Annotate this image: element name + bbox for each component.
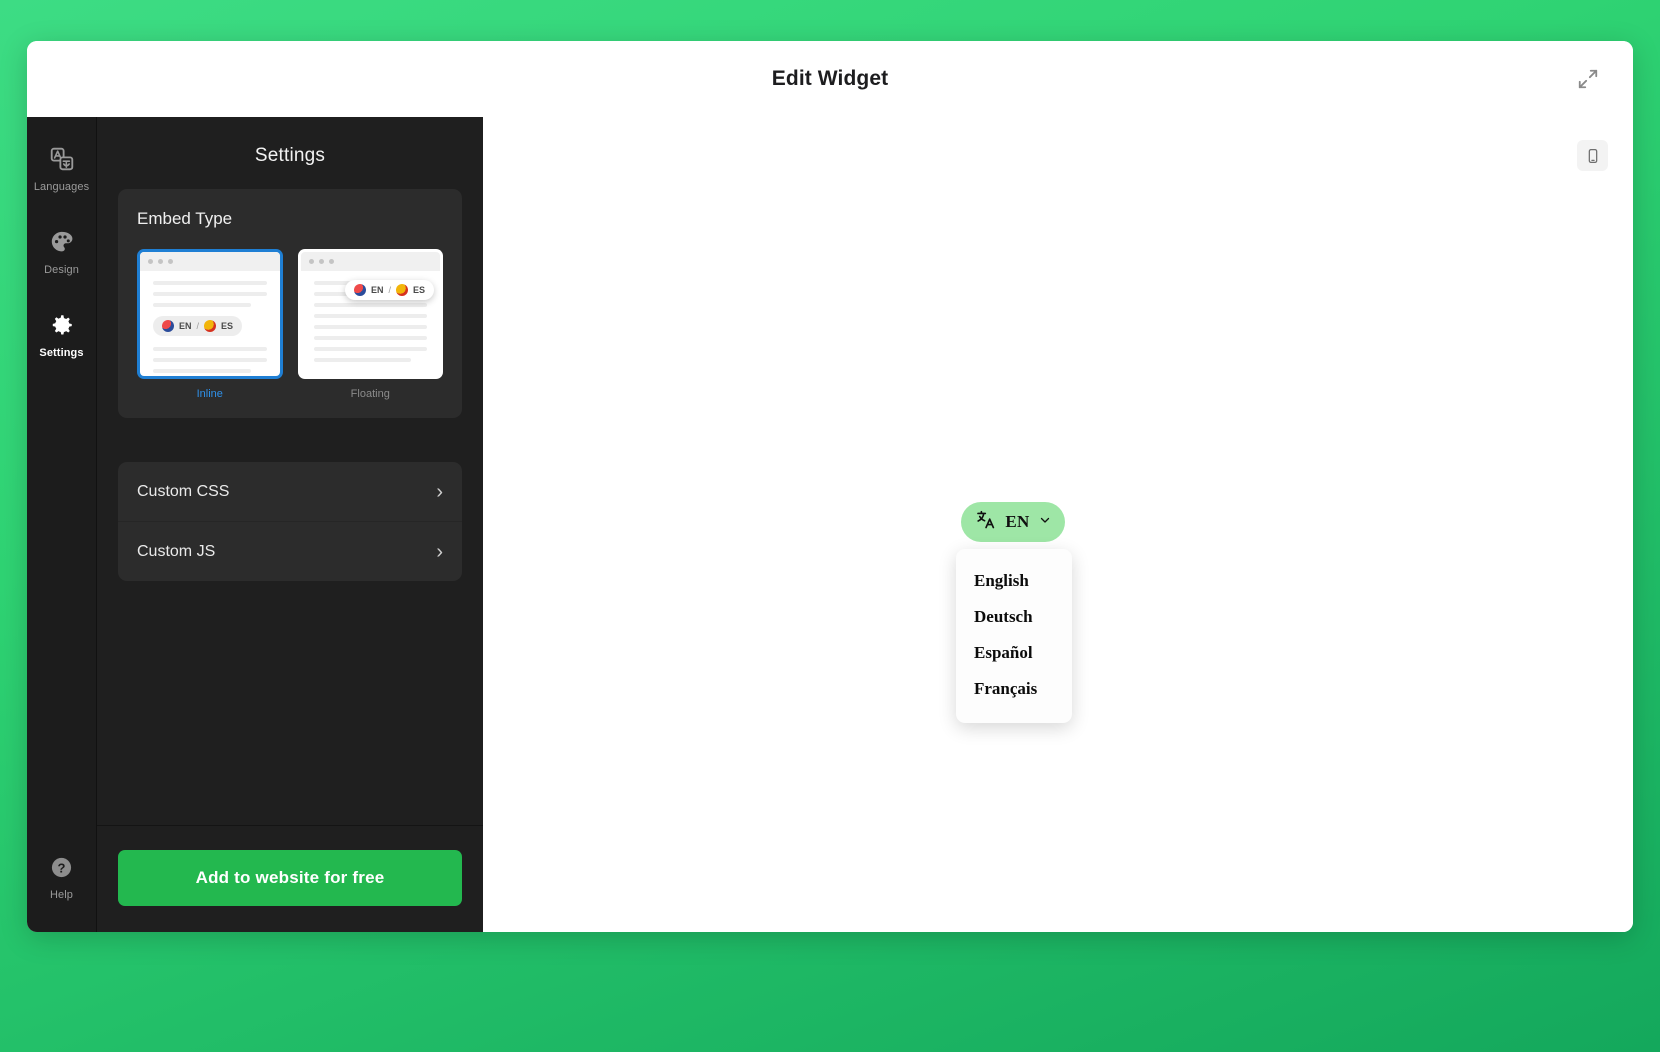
chevron-down-glyph (1039, 514, 1051, 526)
embed-option-floating-preview: EN / ES (298, 249, 444, 379)
language-option-francais[interactable]: Français (956, 671, 1072, 707)
question-circle-icon: ? (49, 852, 74, 882)
embed-type-title: Embed Type (137, 209, 443, 229)
list-item-custom-css-label: Custom CSS (137, 483, 229, 501)
palette-glyph (49, 229, 75, 255)
thumb-language-chip: EN / ES (345, 280, 434, 300)
question-circle-glyph: ? (49, 855, 74, 880)
list-item-custom-js-label: Custom JS (137, 543, 215, 561)
flag-es-icon (396, 284, 408, 296)
translate-glyph (975, 509, 996, 530)
sidebar-item-settings-label: Settings (39, 347, 83, 359)
sidebar-item-languages[interactable]: Languages (27, 135, 96, 200)
window-titlebar: Edit Widget (27, 41, 1633, 117)
embed-type-card: Embed Type (118, 189, 462, 418)
mobile-phone-glyph (1585, 148, 1601, 164)
list-item-custom-js[interactable]: Custom JS › (118, 521, 462, 581)
thumb-line (153, 281, 267, 285)
list-item-custom-css[interactable]: Custom CSS › (118, 462, 462, 521)
thumb-dot (309, 259, 314, 264)
thumb-text-lines (140, 341, 280, 373)
mobile-phone-icon[interactable] (1577, 140, 1608, 171)
thumb-line (314, 303, 428, 307)
window-body: Languages Design (27, 117, 1633, 932)
sidebar-item-help[interactable]: ? Help (27, 843, 96, 908)
thumb-line (314, 314, 428, 318)
thumb-line (153, 303, 251, 307)
thumb-chip-wrap: EN / ES (140, 314, 280, 341)
sidebar-item-design-label: Design (44, 264, 79, 276)
icon-rail: Languages Design (27, 117, 96, 932)
thumb-line (314, 347, 428, 351)
embed-option-inline-preview: EN / ES (137, 249, 283, 379)
sidebar-item-languages-label: Languages (34, 181, 89, 193)
flag-es-icon (204, 320, 216, 332)
settings-scroll-area: Embed Type (97, 189, 483, 825)
language-widget-toggle[interactable]: EN (961, 502, 1065, 542)
thumb-line (314, 325, 428, 329)
thumb-line (314, 358, 412, 362)
translate-icon (975, 509, 996, 535)
sidebar-item-design[interactable]: Design (27, 218, 96, 283)
thumb-line (153, 369, 251, 373)
gear-glyph (49, 312, 75, 338)
languages-translate-icon (49, 144, 75, 174)
languages-glyph (49, 146, 75, 172)
sidebar-item-settings[interactable]: Settings (27, 301, 96, 366)
settings-panel-footer: Add to website for free (97, 825, 483, 932)
thumb-dot (168, 259, 173, 264)
add-to-website-button[interactable]: Add to website for free (118, 850, 462, 906)
thumb-language-chip: EN / ES (153, 316, 242, 336)
language-option-espanol[interactable]: Español (956, 635, 1072, 671)
flag-en-icon (162, 320, 174, 332)
thumb-dot (148, 259, 153, 264)
custom-code-list: Custom CSS › Custom JS › (118, 462, 462, 581)
flag-en-icon (354, 284, 366, 296)
chevron-down-icon (1039, 513, 1051, 531)
settings-panel-title: Settings (97, 117, 483, 189)
embed-option-inline-caption: Inline (137, 388, 283, 400)
chevron-right-icon: › (436, 542, 443, 562)
svg-text:?: ? (58, 860, 66, 875)
expand-diagonal-icon[interactable] (1571, 62, 1605, 96)
thumb-text-lines (140, 271, 280, 307)
embed-option-floating-caption: Floating (298, 388, 444, 400)
expand-glyph (1577, 68, 1599, 90)
chevron-right-icon: › (436, 482, 443, 502)
palette-icon (49, 227, 75, 257)
settings-panel: Settings Embed Type (96, 117, 483, 932)
embed-option-floating[interactable]: EN / ES (298, 249, 444, 400)
language-dropdown-menu: English Deutsch Español Français (956, 549, 1072, 723)
thumb-line (314, 336, 428, 340)
thumb-dot (329, 259, 334, 264)
thumb-browser-bar (301, 252, 441, 271)
thumb-chip-separator: / (197, 321, 200, 331)
thumb-line (153, 358, 267, 362)
thumb-chip-lang-b: ES (221, 321, 233, 331)
thumb-chip-lang-b: ES (413, 285, 425, 295)
thumb-dot (158, 259, 163, 264)
widget-preview-canvas: EN English Deutsch Español Français (483, 117, 1633, 932)
page-title: Edit Widget (772, 67, 888, 91)
gear-icon (49, 310, 75, 340)
edit-widget-window: Edit Widget (27, 41, 1633, 932)
embed-option-inline[interactable]: EN / ES (137, 249, 283, 400)
thumb-chip-separator: / (388, 285, 391, 295)
language-widget: EN English Deutsch Español Français (961, 502, 1191, 723)
language-widget-current-code: EN (1005, 512, 1029, 532)
language-option-english[interactable]: English (956, 563, 1072, 599)
thumb-chip-lang-a: EN (179, 321, 192, 331)
sidebar-item-help-label: Help (50, 889, 73, 901)
language-option-deutsch[interactable]: Deutsch (956, 599, 1072, 635)
embed-type-options: EN / ES (137, 249, 443, 400)
thumb-line (153, 347, 267, 351)
thumb-line (153, 292, 267, 296)
thumb-chip-lang-a: EN (371, 285, 384, 295)
thumb-dot (319, 259, 324, 264)
thumb-browser-bar (140, 252, 280, 271)
